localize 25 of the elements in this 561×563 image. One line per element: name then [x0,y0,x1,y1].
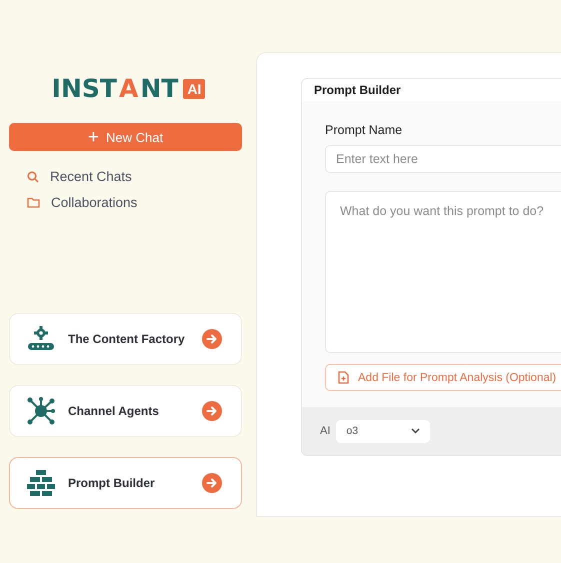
search-icon [27,170,39,182]
tool-card[interactable]: Channel Agents [9,385,242,437]
arrow-right-icon [202,473,222,493]
model-label: AI [320,425,330,437]
brick-wall-icon [27,470,55,496]
tool-title: Channel Agents [68,404,160,418]
gear-conveyor-icon [27,326,55,352]
folder-icon [27,197,40,208]
model-dropdown[interactable]: o3 [336,420,430,442]
nav-link[interactable]: Collaborations [51,195,138,210]
arrow-right-icon [202,329,222,349]
card-title: Prompt Builder [302,79,561,101]
tool-title: The Content Factory [68,332,186,346]
brand-logo: INSTANT AI [52,74,206,103]
network-icon [27,397,55,425]
nav-link[interactable]: Recent Chats [50,169,132,184]
chevron-down-icon [411,428,420,434]
tool-card[interactable]: The Content Factory [9,313,242,365]
tool-card[interactable]: Prompt Builder [9,457,242,509]
prompt-goal-field[interactable]: What do you want this prompt to do? [325,191,561,353]
arrow-right-icon [202,401,222,421]
field-label: Prompt Name [325,123,402,137]
file-add-icon [338,371,349,384]
tool-title: Prompt Builder [68,476,156,490]
prompt-name-field[interactable]: Enter text here [325,145,561,173]
